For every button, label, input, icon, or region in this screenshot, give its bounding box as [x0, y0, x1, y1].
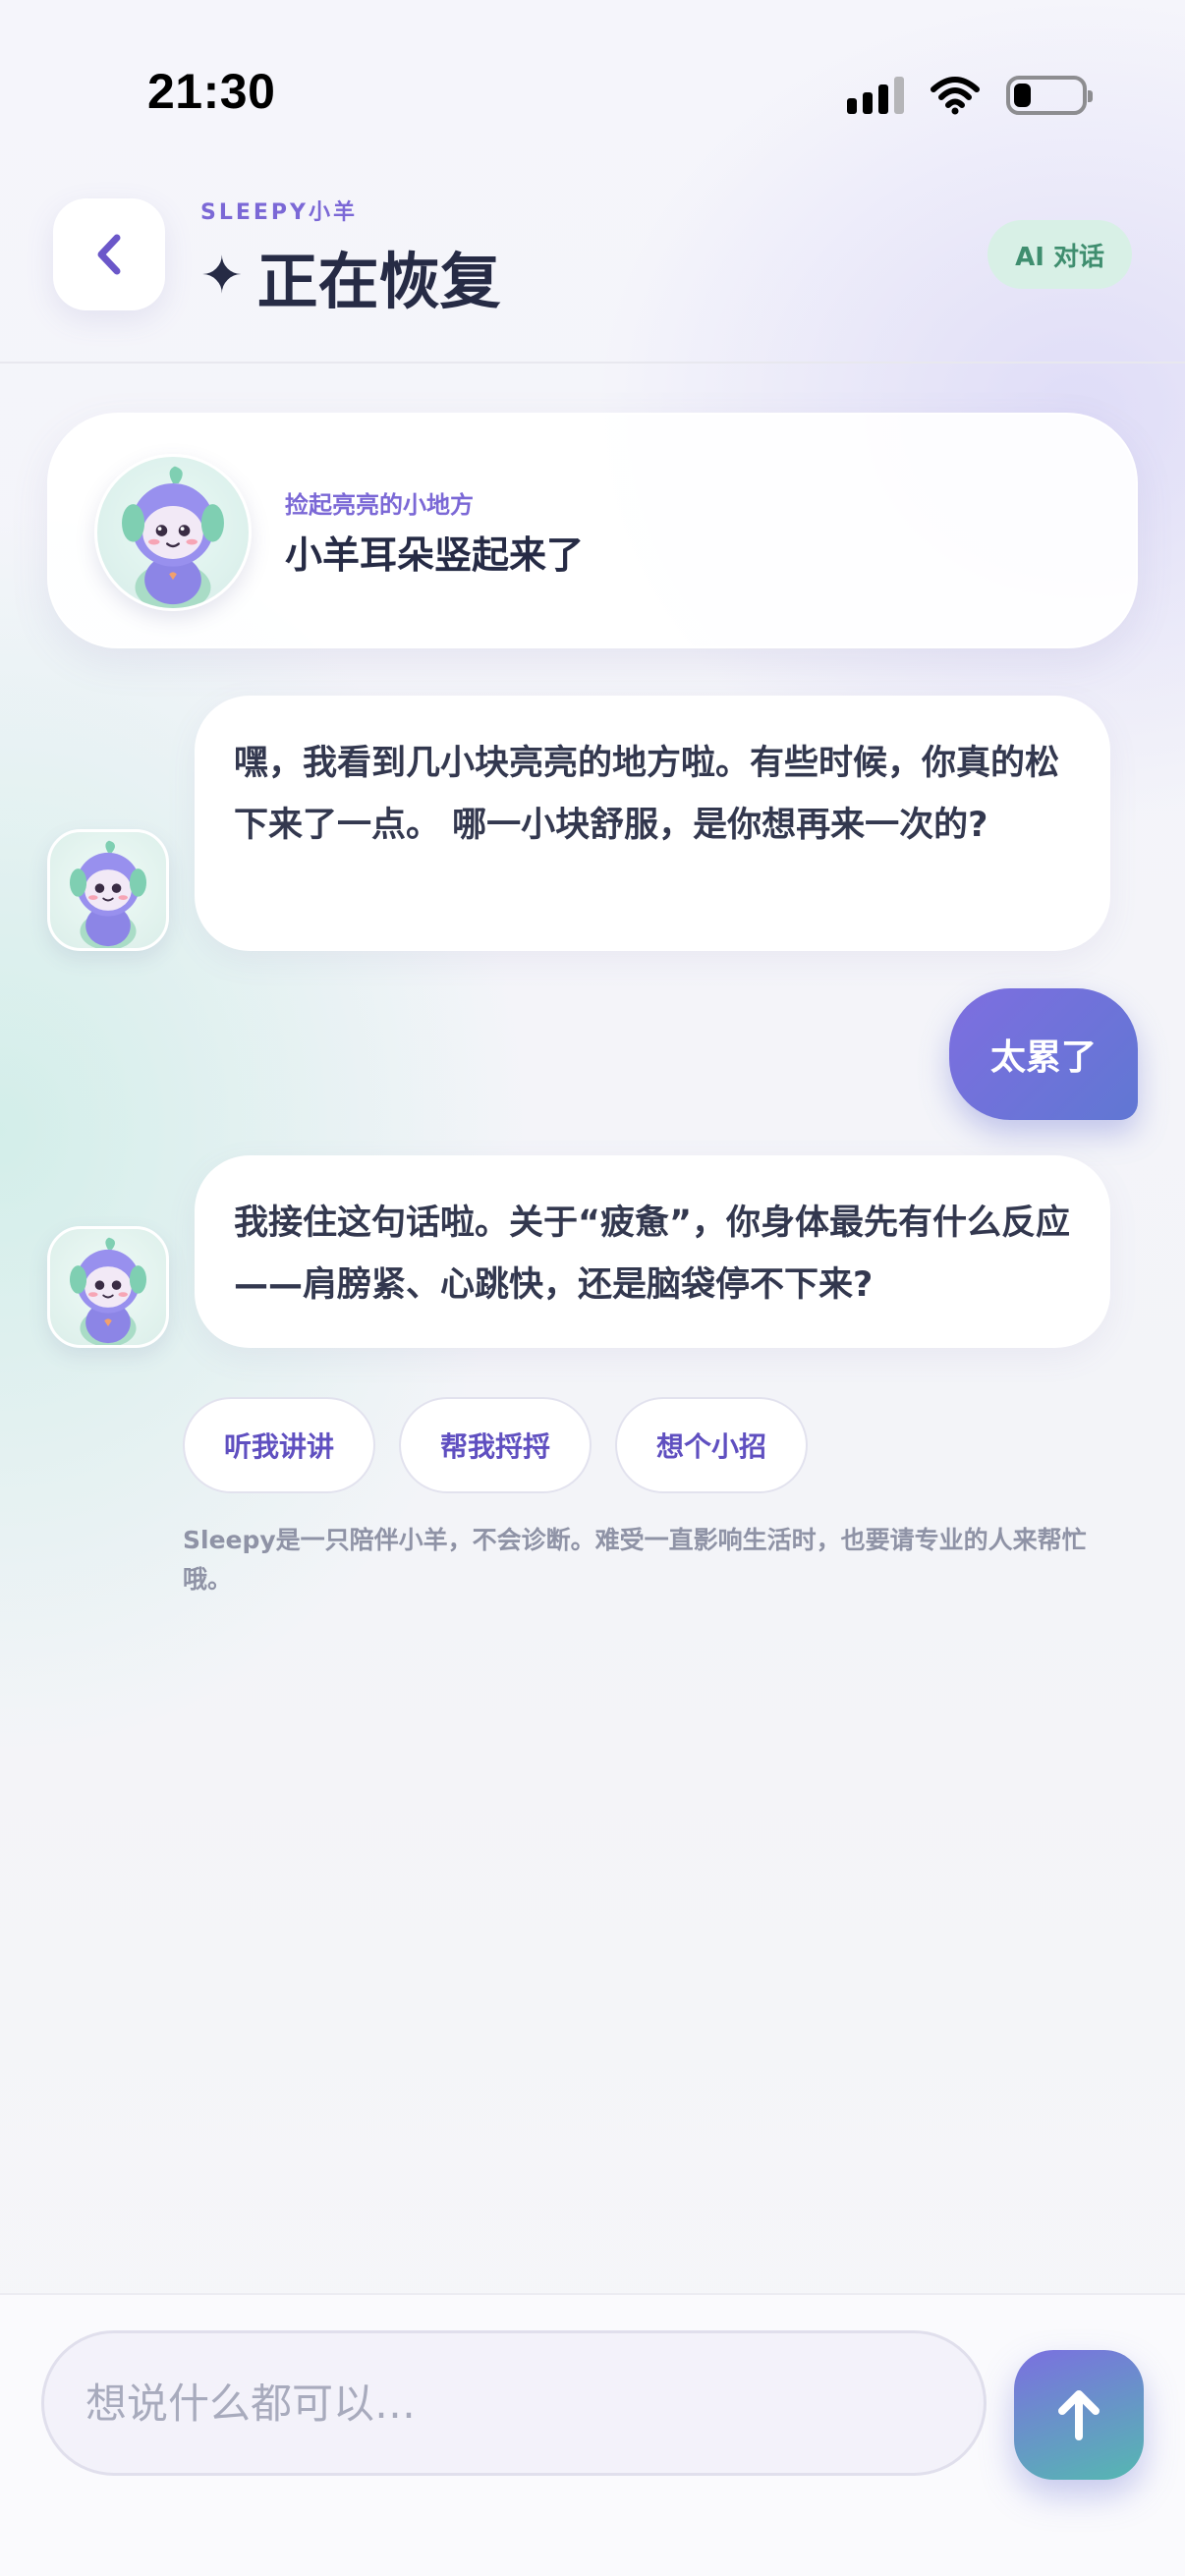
- bot-message: 我接住这句话啦。关于“疲惫”，你身体最先有什么反应——肩膀紧、心跳快，还是脑袋停…: [195, 1155, 1110, 1348]
- chat-screen: 21:30 SLEEPY小羊 ✦ 正在恢复 AI 对话 捡起亮亮的小地方 小羊耳…: [0, 0, 1185, 2576]
- quick-reply-button[interactable]: 帮我捋捋: [399, 1397, 592, 1493]
- status-time: 21:30: [147, 64, 276, 119]
- bot-avatar: [47, 829, 169, 951]
- ai-chat-badge: AI 对话: [988, 220, 1132, 289]
- bot-message: 嘿，我看到几小块亮亮的地方啦。有些时候，你真的松下来了一点。 哪一小块舒服，是你…: [195, 696, 1110, 951]
- card-kicker: 捡起亮亮的小地方: [285, 491, 474, 519]
- battery-icon: [1006, 76, 1093, 115]
- arrow-up-icon: [1058, 2390, 1100, 2440]
- composer-bar: [0, 2293, 1185, 2576]
- status-icons: [847, 71, 1093, 120]
- brand-label: SLEEPY小羊: [200, 200, 358, 225]
- bot-avatar: [47, 1226, 169, 1348]
- app-header: SLEEPY小羊 ✦ 正在恢复 AI 对话: [0, 147, 1185, 364]
- quick-replies: 听我讲讲 帮我捋捋 想个小招: [183, 1397, 809, 1493]
- chevron-left-icon: [97, 234, 121, 275]
- cellular-signal-icon: [847, 77, 904, 114]
- user-message: 太累了: [948, 988, 1138, 1120]
- send-button[interactable]: [1014, 2350, 1144, 2480]
- message-input[interactable]: [41, 2330, 987, 2476]
- page-title-text: 正在恢复: [256, 246, 501, 317]
- quick-reply-button[interactable]: 听我讲讲: [183, 1397, 376, 1493]
- page-title: ✦ 正在恢复: [200, 232, 501, 320]
- battery-level: [1014, 84, 1031, 107]
- quick-reply-button[interactable]: 想个小招: [615, 1397, 809, 1493]
- sheep-mascot-avatar: [94, 454, 252, 611]
- card-title: 小羊耳朵竖起来了: [285, 533, 585, 577]
- sparkle-icon: ✦: [200, 247, 244, 306]
- back-button[interactable]: [53, 198, 165, 310]
- wifi-icon: [931, 77, 980, 115]
- highlight-card[interactable]: 捡起亮亮的小地方 小羊耳朵竖起来了: [47, 413, 1138, 648]
- disclaimer-text: Sleepy是一只陪伴小羊，不会诊断。难受一直影响生活时，也要请专业的人来帮忙哦…: [183, 1526, 1087, 1594]
